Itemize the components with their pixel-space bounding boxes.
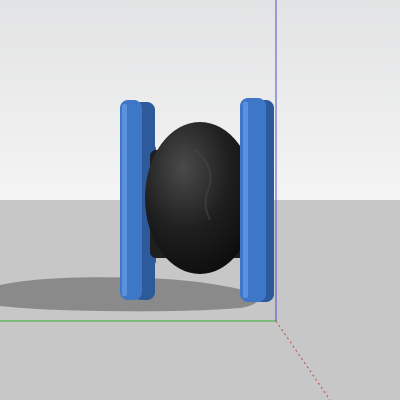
3d-modeling-viewport[interactable]: [0, 0, 400, 400]
rubber-bellows[interactable]: [145, 122, 255, 274]
viewport-canvas[interactable]: [0, 0, 400, 400]
right-flange[interactable]: [240, 98, 274, 302]
